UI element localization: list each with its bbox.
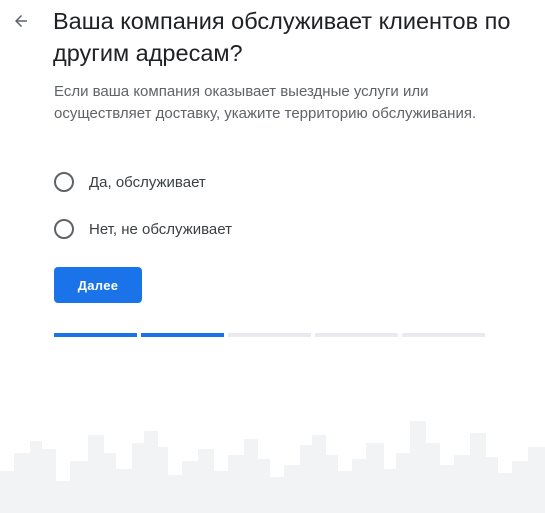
option-yes[interactable]: Да, обслуживает — [54, 172, 206, 192]
progress-segment — [402, 333, 485, 337]
option-no[interactable]: Нет, не обслуживает — [54, 219, 232, 239]
page-title: Ваша компания обслуживает клиентов по др… — [53, 8, 511, 66]
arrow-left-icon — [15, 15, 27, 27]
city-skyline-illustration — [0, 421, 545, 513]
progress-segment — [228, 333, 311, 337]
progress-segment — [315, 333, 398, 337]
back-button[interactable] — [8, 8, 34, 34]
progress-segment — [54, 333, 137, 337]
setup-page: Ваша компания обслуживает клиентов по др… — [0, 0, 545, 513]
option-no-label: Нет, не обслуживает — [89, 220, 232, 238]
progress-segment — [141, 333, 224, 337]
next-button[interactable]: Далее — [54, 267, 142, 303]
radio-button-no[interactable] — [54, 219, 74, 239]
option-yes-label: Да, обслуживает — [89, 173, 206, 191]
progress-bar — [54, 333, 485, 337]
page-description: Если ваша компания оказывает выездные ус… — [54, 83, 477, 122]
radio-button-yes[interactable] — [54, 172, 74, 192]
